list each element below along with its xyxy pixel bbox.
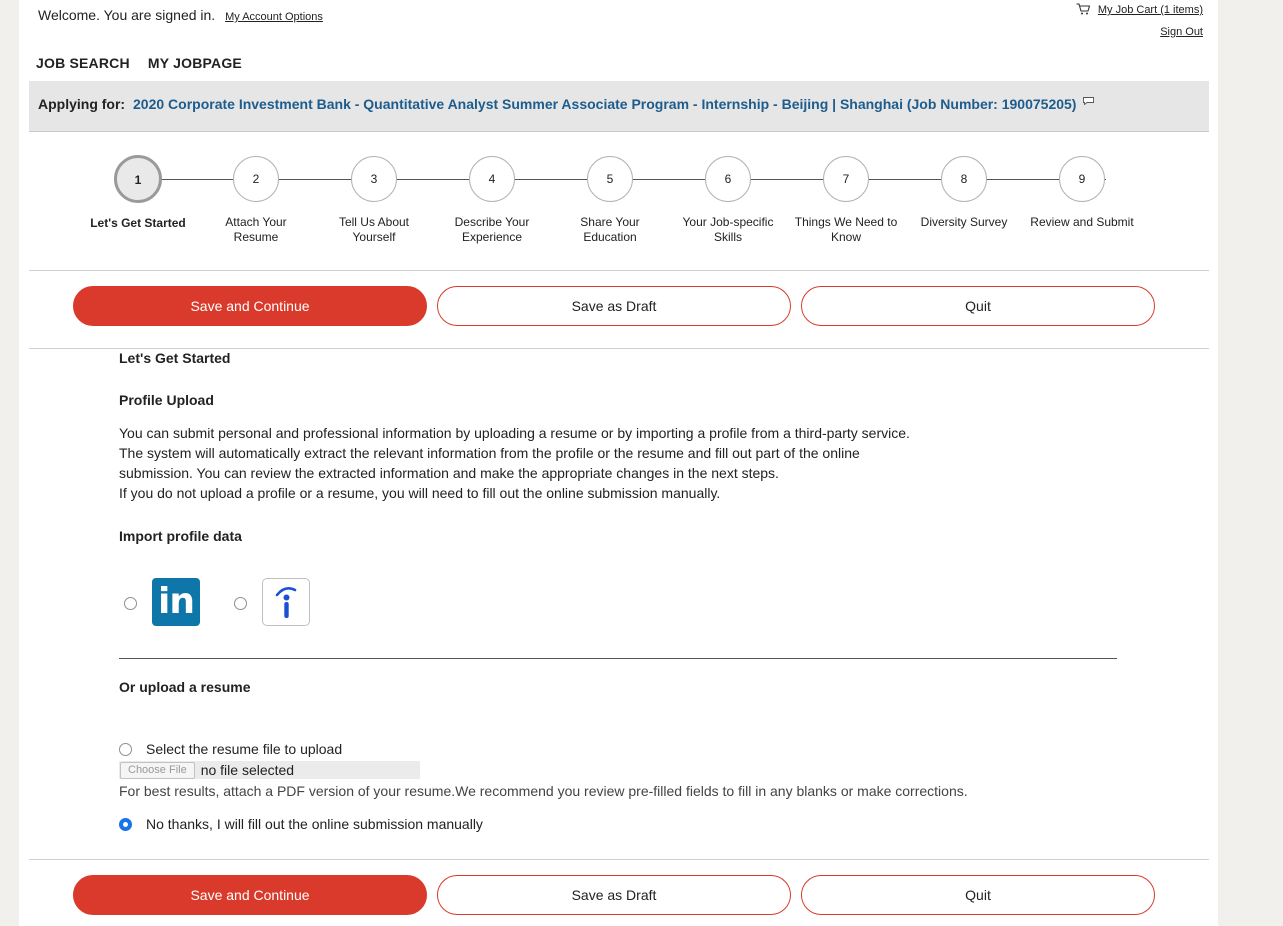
import-profile-title: Import profile data	[119, 528, 242, 544]
save-and-continue-button-bottom[interactable]: Save and Continue	[73, 875, 427, 915]
applying-for-banner: Applying for: 2020 Corporate Investment …	[29, 81, 1209, 132]
job-title-link[interactable]: 2020 Corporate Investment Bank - Quantit…	[133, 96, 1076, 112]
step-label-line: Things We Need to	[794, 215, 898, 229]
step-label-line: Education	[583, 230, 637, 244]
step-circle-4[interactable]: 4	[469, 156, 515, 202]
step-label-line: Yourself	[352, 230, 396, 244]
quit-button-bottom[interactable]: Quit	[801, 875, 1155, 915]
welcome-text: Welcome. You are signed in.	[38, 7, 216, 23]
choose-file-button[interactable]: Choose File	[120, 762, 195, 779]
step-circle-5[interactable]: 5	[587, 156, 633, 202]
linkedin-icon[interactable]: in	[152, 578, 200, 626]
resume-upload-hint: For best results, attach a PDF version o…	[119, 783, 968, 799]
nav-job-search[interactable]: JOB SEARCH	[36, 55, 130, 71]
sign-out-link[interactable]: Sign Out	[1160, 26, 1203, 38]
upload-resume-title: Or upload a resume	[119, 679, 251, 695]
my-account-options-link[interactable]: My Account Options	[225, 11, 323, 23]
step-label-5: Share Your Education	[550, 215, 670, 245]
linkedin-radio[interactable]	[124, 597, 137, 610]
save-as-draft-button[interactable]: Save as Draft	[437, 286, 791, 326]
divider-bottom	[29, 859, 1209, 860]
file-status-text: no file selected	[200, 762, 295, 778]
step-label-7: Things We Need to Know	[786, 215, 906, 245]
profile-upload-title: Profile Upload	[119, 392, 214, 408]
cart-icon	[1076, 3, 1090, 15]
step-circle-8[interactable]: 8	[941, 156, 987, 202]
profile-upload-description: You can submit personal and professional…	[119, 423, 949, 503]
step-label-line: Skills	[713, 230, 742, 244]
step-circle-7[interactable]: 7	[823, 156, 869, 202]
description-line: If you do not upload a profile or a resu…	[119, 485, 721, 501]
main-nav: JOB SEARCH MY JOBPAGE	[36, 55, 256, 71]
step-circle-1[interactable]: 1	[114, 155, 162, 203]
upload-resume-radio[interactable]	[119, 743, 132, 756]
step-label-line: Resume	[233, 230, 279, 244]
step-label-line: Tell Us About	[338, 215, 410, 229]
step-label-line: Attach Your	[225, 215, 287, 229]
step-label-9: Review and Submit	[1022, 215, 1142, 230]
indeed-logo-graphic	[275, 587, 297, 618]
step-label-line: Experience	[461, 230, 523, 244]
quit-button[interactable]: Quit	[801, 286, 1155, 326]
indeed-radio[interactable]	[234, 597, 247, 610]
description-line: You can submit personal and professional…	[119, 425, 910, 441]
step-label-3: Tell Us About Yourself	[314, 215, 434, 245]
comment-bubble-icon[interactable]	[1083, 97, 1095, 105]
step-label-6: Your Job-specific Skills	[668, 215, 788, 245]
resume-file-input: Choose File no file selected	[119, 761, 420, 779]
applying-label: Applying for:	[38, 96, 126, 112]
step-circle-3[interactable]: 3	[351, 156, 397, 202]
divider-buttons	[29, 348, 1209, 349]
job-cart: My Job Cart (1 items)	[1076, 3, 1203, 16]
step-label-line: Know	[830, 230, 862, 244]
step-label-line: Let's Get Started	[90, 216, 186, 230]
indeed-icon[interactable]	[262, 578, 310, 626]
section-divider	[119, 658, 1117, 659]
manual-fill-option-label: No thanks, I will fill out the online su…	[146, 816, 483, 832]
step-label-line: Your Job-specific	[682, 215, 774, 229]
page-container: Welcome. You are signed in. My Account O…	[19, 0, 1218, 926]
welcome-message: Welcome. You are signed in. My Account O…	[38, 7, 323, 23]
step-circle-6[interactable]: 6	[705, 156, 751, 202]
application-progress: 1 Let's Get Started 2 Attach Your Resume…	[29, 133, 1209, 270]
step-label-8: Diversity Survey	[904, 215, 1024, 230]
step-label-1: Let's Get Started	[78, 216, 198, 231]
manual-fill-radio[interactable]	[119, 818, 132, 831]
description-line: submission. You can review the extracted…	[119, 465, 779, 481]
step-label-line: Diversity Survey	[920, 215, 1008, 229]
step-label-line: Describe Your	[454, 215, 530, 229]
step-label-4: Describe Your Experience	[432, 215, 552, 245]
step-label-line: Share Your	[580, 215, 640, 229]
upload-resume-option-label: Select the resume file to upload	[146, 741, 343, 757]
my-job-cart-link[interactable]: My Job Cart (1 items)	[1098, 4, 1203, 16]
step-label-line: Review and Submit	[1030, 215, 1134, 229]
description-line: The system will automatically extract th…	[119, 445, 860, 461]
step-circle-9[interactable]: 9	[1059, 156, 1105, 202]
step-label-2: Attach Your Resume	[196, 215, 316, 245]
section-title: Let's Get Started	[119, 350, 231, 366]
step-circle-2[interactable]: 2	[233, 156, 279, 202]
nav-my-jobpage[interactable]: MY JOBPAGE	[148, 55, 242, 71]
save-as-draft-button-bottom[interactable]: Save as Draft	[437, 875, 791, 915]
divider-top	[29, 270, 1209, 271]
save-and-continue-button[interactable]: Save and Continue	[73, 286, 427, 326]
